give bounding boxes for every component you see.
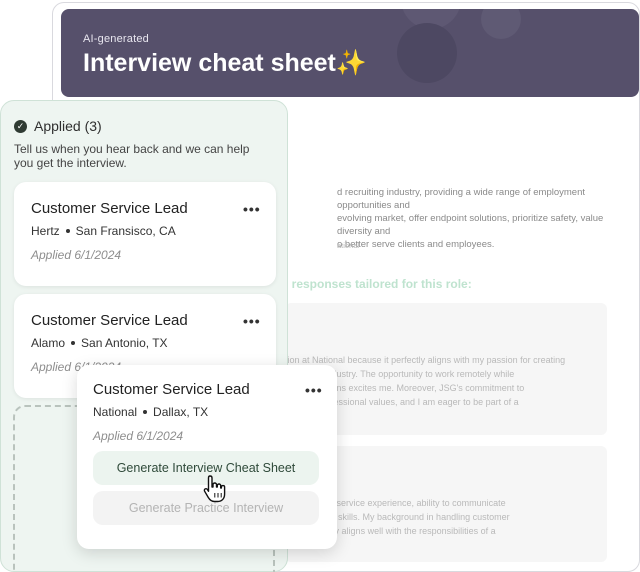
job-title: Customer Service Lead <box>31 200 188 217</box>
job-meta: National Dallax, TX <box>93 405 208 419</box>
more-options-icon[interactable]: ••• <box>305 382 323 398</box>
response-line: tion at National because it perfectly al… <box>285 355 566 365</box>
document-title: Interview cheat sheet✨ <box>83 49 367 78</box>
description-line: o better serve clients and employees. <box>337 239 495 250</box>
applied-title: Applied (3) <box>34 118 102 134</box>
separator-dot <box>65 228 70 233</box>
applied-description: Tell us when you hear back and we can he… <box>14 142 250 170</box>
job-applied-date: Applied 6/1/2024 <box>31 248 122 262</box>
job-meta: Hertz San Fransisco, CA <box>31 224 176 238</box>
description-line: d recruiting industry, providing a wide … <box>337 187 586 211</box>
job-company: Hertz <box>31 224 60 238</box>
job-location: Dallax, TX <box>153 405 209 419</box>
document-title-text: Interview cheat sheet <box>83 49 336 77</box>
check-circle-icon: ✓ <box>14 119 27 133</box>
header-decoration <box>481 9 521 39</box>
responses-heading: l responses tailored for this role: <box>285 277 472 291</box>
applied-header: ✓ Applied (3) <box>14 118 102 134</box>
company-description: d recruiting industry, providing a wide … <box>337 186 637 251</box>
ai-generated-label: AI-generated <box>83 33 149 45</box>
document-header: AI-generated Interview cheat sheet✨ <box>61 9 639 97</box>
job-card[interactable]: Customer Service Lead ••• Hertz San Frans… <box>14 182 276 286</box>
hand-pointer-icon <box>203 475 226 503</box>
separator-dot <box>71 340 76 345</box>
more-options-icon[interactable]: ••• <box>243 313 261 329</box>
job-title: Customer Service Lead <box>93 381 250 398</box>
job-location: San Fransisco, CA <box>75 224 176 238</box>
separator-dot <box>143 409 148 414</box>
job-company: Alamo <box>31 336 66 350</box>
description-line: evolving market, offer endpoint solution… <box>337 213 604 237</box>
more-options-icon[interactable]: ••• <box>243 201 261 217</box>
job-location: San Antonio, TX <box>81 336 168 350</box>
section-label: ational <box>337 241 360 250</box>
job-meta: Alamo San Antonio, TX <box>31 336 168 350</box>
job-company: National <box>93 405 138 419</box>
header-decoration <box>397 23 457 83</box>
job-applied-date: Applied 6/1/2024 <box>93 429 184 443</box>
job-card-expanded[interactable]: Customer Service Lead ••• National Dallax… <box>77 365 337 549</box>
job-title: Customer Service Lead <box>31 312 188 329</box>
sparkle-icon: ✨ <box>335 49 368 77</box>
